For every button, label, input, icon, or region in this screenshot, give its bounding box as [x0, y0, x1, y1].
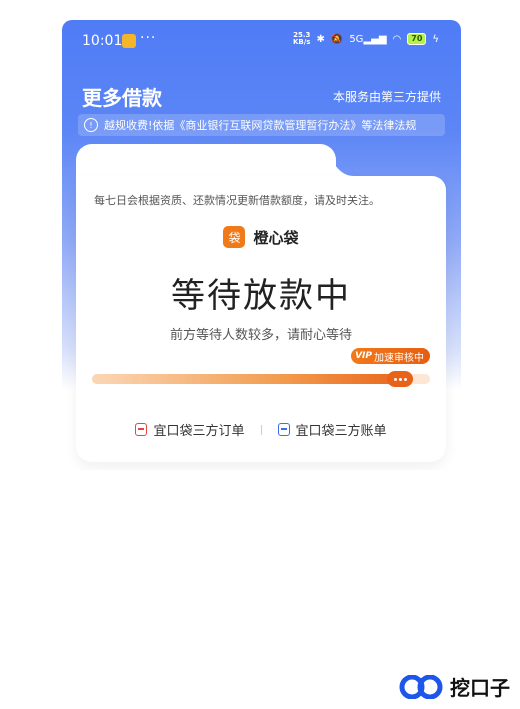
speed-review-label: 加速审核中 — [374, 352, 424, 364]
order-links: 宜口袋三方订单 宜口袋三方账单 — [76, 420, 446, 439]
loan-status-subtext: 前方等待人数较多，请耐心等待 — [169, 328, 352, 343]
info-icon: ! — [84, 118, 98, 132]
brand-logo-icon: 袋 — [223, 226, 246, 248]
network-speed: 25.3 KB/s — [293, 32, 310, 46]
phone-screen: 10:01 ··· 25.3 KB/s ✱ 🔕 5G▂▄▆ ◠ 70 ϟ 更多借… — [62, 20, 461, 470]
orders-link[interactable]: 宜口袋三方订单 — [135, 420, 245, 439]
battery-icon: 70 — [407, 33, 427, 45]
update-note: 每七日会根据资质、还款情况更新借款额度，请及时关注。 — [94, 194, 380, 207]
brand-name: 橙心袋 — [253, 228, 299, 247]
brand: 袋 橙心袋 — [76, 226, 446, 248]
progress-indicator-icon — [387, 371, 413, 387]
watermark-text: 挖口子 — [450, 676, 510, 700]
mute-icon: 🔕 — [330, 33, 344, 45]
order-icon — [135, 423, 148, 436]
network-type: 5G — [349, 33, 364, 45]
bills-link[interactable]: 宜口袋三方账单 — [277, 420, 387, 439]
bill-icon — [277, 423, 290, 436]
status-time: 10:01 — [82, 33, 123, 49]
charging-icon: ϟ — [432, 33, 439, 45]
loan-status-card: 每七日会根据资质、还款情况更新借款额度，请及时关注。 袋 橙心袋 等待放款中 前… — [76, 176, 446, 462]
more-notifications-icon: ··· — [140, 30, 157, 46]
bills-link-label: 宜口袋三方账单 — [295, 424, 387, 439]
links-divider — [260, 424, 262, 435]
notice-text: 越规收费!依据《商业银行互联网贷款管理暂行办法》等法律法规 — [104, 119, 417, 132]
bluetooth-icon: ✱ — [316, 33, 325, 45]
notification-app-icon — [122, 34, 136, 48]
provider-note: 本服务由第三方提供 — [332, 90, 441, 104]
signal-icon: 5G▂▄▆ — [349, 33, 387, 45]
status-bar: 10:01 ··· 25.3 KB/s ✱ 🔕 5G▂▄▆ ◠ 70 ϟ — [62, 20, 461, 64]
speed-review-badge[interactable]: VIP 加速审核中 — [351, 348, 430, 364]
loan-status-title: 等待放款中 — [171, 276, 351, 316]
watermark-logo-icon — [399, 674, 443, 699]
network-speed-unit: KB/s — [292, 38, 311, 46]
orders-link-label: 宜口袋三方订单 — [153, 424, 245, 439]
vip-label: VIP — [355, 351, 372, 361]
notice-banner[interactable]: ! 越规收费!依据《商业银行互联网贷款管理暂行办法》等法律法规 — [78, 114, 445, 136]
review-progress-fill — [92, 374, 413, 384]
status-icons: 25.3 KB/s ✱ 🔕 5G▂▄▆ ◠ 70 ϟ — [293, 32, 439, 46]
review-progress-bar — [92, 371, 430, 387]
watermark: 挖口子 — [398, 672, 510, 701]
page-title: 更多借款 — [82, 86, 162, 110]
wifi-icon: ◠ — [392, 33, 402, 45]
